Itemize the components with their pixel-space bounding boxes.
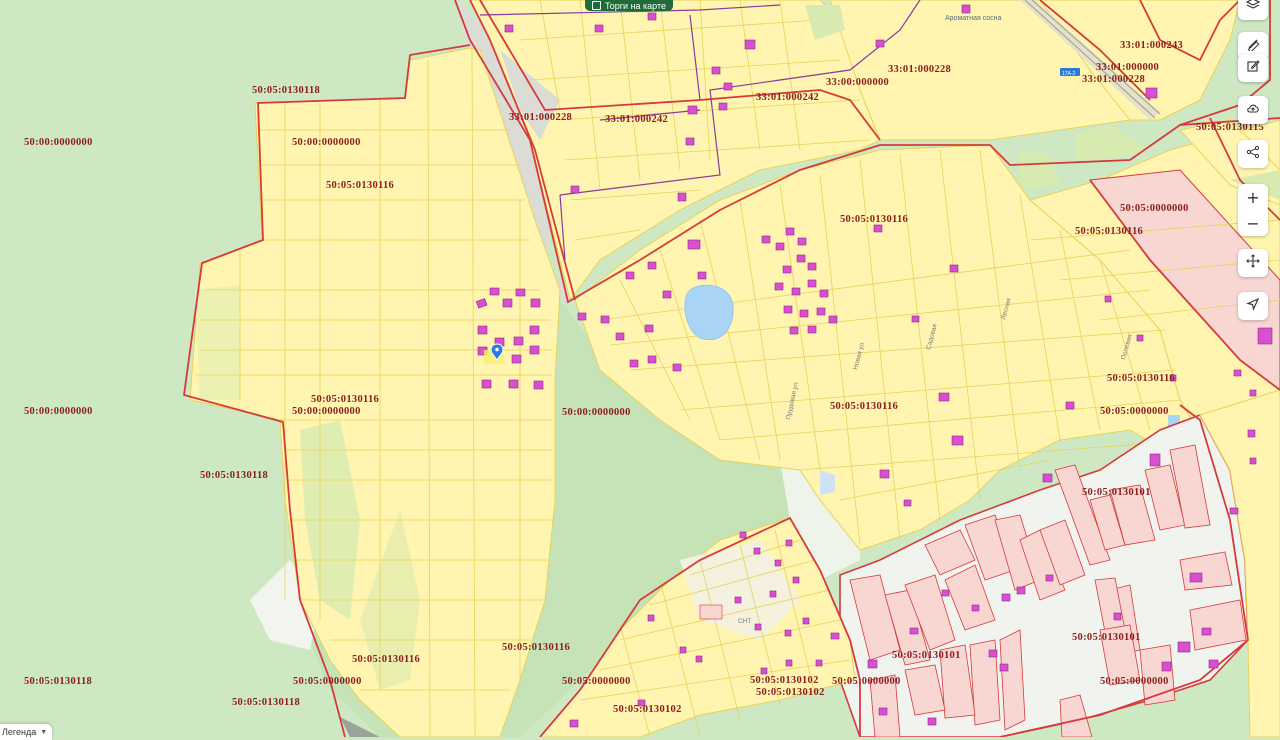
cadastral-label: 50:00:0000000 (24, 406, 93, 417)
cadastral-label: 50:00:0000000 (292, 406, 361, 417)
cadastral-label: 50:05:0000000 (1100, 676, 1169, 687)
zoom-control: + − (1238, 184, 1268, 236)
cadastral-label: 50:05:0000000 (1120, 203, 1189, 214)
geolocation-button[interactable] (1238, 292, 1268, 320)
torgi-label: Торги на карте (604, 0, 667, 11)
upload-cloud-icon (1246, 101, 1260, 120)
cadastral-label: 50:05:0000000 (1100, 406, 1169, 417)
cadastral-label: 50:05:0130102 (750, 675, 819, 686)
zoom-in-button[interactable]: + (1238, 184, 1268, 210)
cadastral-label: 50:05:0130116 (311, 394, 379, 405)
zoom-out-button[interactable]: − (1238, 210, 1268, 236)
cadastral-label: 50:05:0130116 (352, 654, 420, 665)
cadastral-label: 50:05:0130116 (502, 642, 570, 653)
cadastral-label: 33:01:000243 (1120, 40, 1183, 51)
move-icon (1246, 253, 1260, 273)
cadastral-label: 33:01:000000 (1096, 62, 1159, 73)
cadastral-label: 50:05:0000000 (293, 676, 362, 687)
cadastral-label: 50:00:0000000 (24, 137, 93, 148)
share-icon (1246, 145, 1260, 164)
cadastral-label: 50:05:0130101 (1082, 487, 1151, 498)
navigate-icon (1246, 297, 1260, 316)
pan-button[interactable] (1238, 249, 1268, 277)
layers-button[interactable] (1238, 0, 1268, 20)
legend-button[interactable]: Легенда ▼ (0, 724, 52, 740)
cadastral-label: 33:01:000242 (756, 92, 819, 103)
cadastral-label: 50:05:0130118 (232, 697, 300, 708)
cadastral-label: 50:05:0130101 (892, 650, 961, 661)
cadastral-label: 50:05:0130102 (756, 687, 825, 698)
edit-button[interactable] (1238, 54, 1268, 82)
cadastral-label: 33:01:000228 (1082, 74, 1145, 85)
cadastral-label: 50:05:0130116 (830, 401, 898, 412)
poi-label: Ароматная сосна (945, 15, 1002, 22)
cadastral-label: 50:05:0130116 (1075, 226, 1143, 237)
cadastral-label: 33:01:000228 (888, 64, 951, 75)
cadastral-label: 50:05:0000000 (562, 676, 631, 687)
share-button[interactable] (1238, 140, 1268, 168)
cadastral-label: 50:05:0130116 (840, 214, 908, 225)
cadastral-label: 33:00:000000 (826, 77, 889, 88)
cadastral-label: 50:05:0130118 (24, 676, 92, 687)
cadastral-label: 33:01:000228 (509, 112, 572, 123)
layers-icon (1245, 0, 1261, 16)
cadastral-label: 50:05:0000000 (832, 676, 901, 687)
checkbox-icon[interactable] (591, 1, 601, 10)
cadastral-label: 50:05:0130101 (1072, 632, 1141, 643)
upload-button[interactable] (1238, 96, 1268, 124)
cadastral-map[interactable]: 17А-2 Садовая Лесная Новая ул. Полевая П… (0, 0, 1280, 737)
ruler-icon (1246, 37, 1260, 56)
torgi-toggle[interactable]: Торги на карте (585, 0, 673, 11)
cadastral-label: 50:05:0130118 (200, 470, 268, 481)
edit-icon (1246, 59, 1260, 78)
chevron-down-icon: ▼ (40, 728, 48, 736)
cadastral-label: 50:05:0130116 (326, 180, 394, 191)
cadastral-label: 50:00:0000000 (562, 407, 631, 418)
street-label: СНТ (738, 618, 751, 625)
cadastral-label: 50:05:0130102 (613, 704, 682, 715)
cadastral-label: 50:05:0130118 (252, 85, 320, 96)
cadastral-label: 50:05:0130116 (1107, 373, 1175, 384)
svg-text:17А-2: 17А-2 (1062, 71, 1076, 77)
cadastral-label: 50:00:0000000 (292, 137, 361, 148)
cadastral-label: 33:01:000242 (605, 114, 668, 125)
legend-label: Легенда (2, 727, 37, 737)
